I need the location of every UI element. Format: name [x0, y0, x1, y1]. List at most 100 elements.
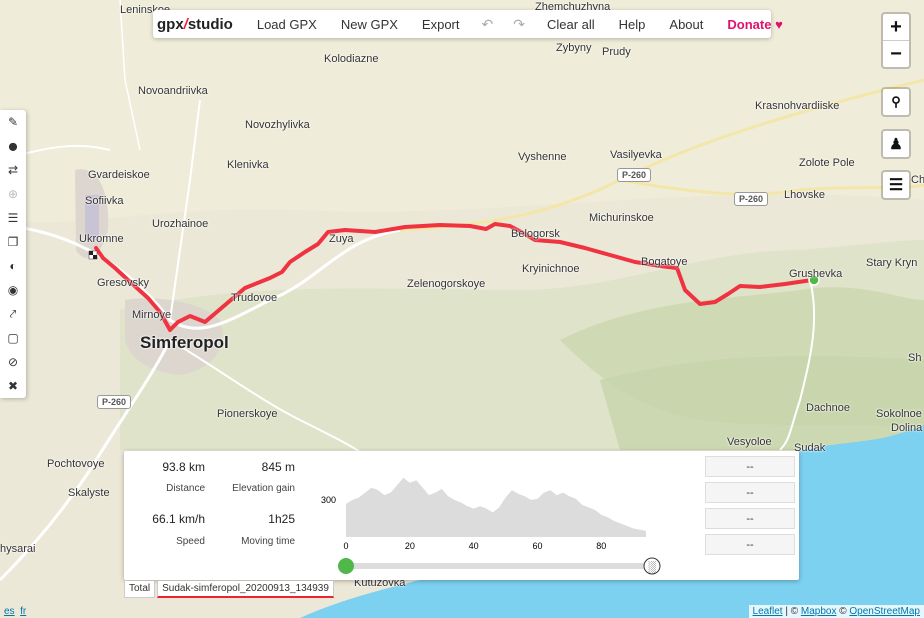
leaflet-link[interactable]: Leaflet	[753, 606, 783, 617]
lang-es-link[interactable]: es	[4, 606, 15, 617]
zoom-out-button[interactable]: −	[883, 41, 909, 67]
track-tabs: Total Sudak-simferopol_20200913_134939	[124, 581, 336, 598]
elevation-label: Elevation gain	[232, 483, 295, 494]
place-label: Klenivka	[227, 159, 269, 171]
stats-panel: 93.8 km Distance 845 m Elevation gain 66…	[124, 451, 799, 580]
place-label: Bogatoye	[641, 256, 688, 268]
place-label: Sofiivka	[85, 195, 124, 207]
place-label: Novozhylivka	[245, 119, 310, 131]
undo-icon[interactable]: ↶	[472, 16, 504, 33]
road-shield: P-260	[617, 168, 652, 182]
left-toolbar: ✎ ⬤ ⇄ ⊕ ☰ ❐ ◐ ◉ ⤤ ▢ ⊘ ✖	[0, 110, 26, 398]
detail-value: --	[705, 456, 795, 477]
place-label: Sokolnoe	[876, 408, 922, 420]
layers-control: ☰	[881, 170, 911, 200]
place-label: Stary Kryn	[866, 257, 918, 269]
elevation-chart[interactable]: 300 0 20 40 60 80 ░	[314, 451, 674, 580]
reverse-icon[interactable]: ⇄	[0, 158, 26, 182]
road-shield: P-260	[97, 395, 132, 409]
place-label: Vesyoloe	[727, 436, 772, 448]
marker-icon[interactable]: ◉	[0, 278, 26, 302]
pencil-icon[interactable]: ✎	[0, 110, 26, 134]
search-icon[interactable]: ⚲	[883, 89, 909, 115]
map-attribution: Leaflet | © Mapbox © OpenStreetMap	[748, 605, 924, 618]
hide-icon[interactable]: ⊘	[0, 350, 26, 374]
add-circle-icon[interactable]: ⊕	[0, 182, 26, 206]
bottle-icon[interactable]: ⬤	[0, 134, 26, 158]
locate-icon[interactable]: ♟	[883, 131, 909, 157]
x-tick-label: 60	[532, 541, 542, 551]
list-icon[interactable]: ☰	[0, 206, 26, 230]
place-label: Skalyste	[68, 487, 110, 499]
speed-value: 66.1 km/h	[152, 512, 205, 526]
moving-time-value: 1h25	[268, 512, 295, 526]
place-label: Dolina	[891, 422, 923, 434]
tab-total[interactable]: Total	[124, 581, 156, 598]
place-label: Simferopol	[140, 333, 229, 352]
place-label: Zybyny	[556, 42, 592, 54]
top-menu-bar: gpx/studio Load GPX New GPX Export ↶ ↷ C…	[153, 10, 783, 38]
detail-value: --	[705, 534, 795, 555]
place-label: Vyshenne	[518, 151, 567, 163]
tab-track[interactable]: Sudak-simferopol_20200913_134939	[157, 581, 334, 598]
place-label: Kolodiazne	[324, 53, 379, 65]
place-label: Ch	[911, 174, 924, 186]
place-label: Grushevka	[789, 268, 843, 280]
place-label: Zelenogorskoye	[407, 278, 486, 290]
new-gpx-button[interactable]: New GPX	[329, 17, 410, 32]
heart-icon: ♥	[775, 16, 783, 32]
copy-icon[interactable]: ❐	[0, 230, 26, 254]
place-label: Ukromne	[79, 233, 124, 245]
place-label: Gvardeiskoe	[88, 169, 150, 181]
finish-flag-icon: ░	[648, 560, 656, 573]
place-label: Krasnohvardiiske	[755, 100, 840, 112]
place-label: Dachnoe	[806, 402, 851, 414]
place-label: Pionerskoye	[217, 408, 278, 420]
detail-value: --	[705, 482, 795, 503]
place-label: Gresovsky	[97, 277, 149, 289]
place-label: Novoandriivka	[138, 85, 208, 97]
reduce-icon[interactable]: ⤤	[0, 302, 26, 326]
road-shield: P-260	[734, 192, 769, 206]
place-label: Trudovoe	[231, 292, 278, 304]
load-gpx-button[interactable]: Load GPX	[245, 17, 329, 32]
place-label: hysarai	[0, 543, 36, 555]
place-label: Prudy	[602, 46, 631, 58]
crop-icon[interactable]: ▢	[0, 326, 26, 350]
place-label: Zuya	[329, 233, 354, 245]
place-label: Urozhainoe	[152, 218, 209, 230]
place-label: Pochtovoye	[47, 458, 105, 470]
elevation-value: 845 m	[261, 460, 295, 474]
mapbox-link[interactable]: Mapbox	[801, 606, 837, 617]
speed-label: Speed	[176, 536, 205, 547]
zoom-in-button[interactable]: +	[883, 14, 909, 41]
app-logo[interactable]: gpx/studio	[157, 16, 233, 33]
redo-icon[interactable]: ↷	[503, 16, 535, 33]
x-tick-label: 80	[596, 541, 606, 551]
x-tick-label: 40	[469, 541, 479, 551]
export-button[interactable]: Export	[410, 17, 472, 32]
palette-icon[interactable]: ◐	[0, 254, 26, 278]
clear-all-button[interactable]: Clear all	[535, 17, 607, 32]
slider-start-handle[interactable]	[338, 558, 354, 574]
x-tick-label: 0	[343, 541, 348, 551]
distance-value: 93.8 km	[162, 460, 205, 474]
range-slider-track[interactable]	[346, 563, 646, 569]
x-tick-label: 20	[405, 541, 415, 551]
about-button[interactable]: About	[657, 17, 715, 32]
place-label: Mirnoye	[132, 309, 172, 321]
osm-link[interactable]: OpenStreetMap	[849, 606, 920, 617]
trash-icon[interactable]: ✖	[0, 374, 26, 398]
donate-button[interactable]: Donate ♥	[715, 17, 794, 32]
locate-control: ♟	[881, 129, 911, 159]
place-label: Zolote Pole	[799, 157, 855, 169]
place-label: Belogorsk	[511, 228, 560, 240]
help-button[interactable]: Help	[607, 17, 658, 32]
place-label: Michurinskoe	[589, 212, 654, 224]
place-label: Kryinichnoe	[522, 263, 580, 275]
zoom-control: + −	[881, 12, 911, 69]
moving-time-label: Moving time	[241, 536, 295, 547]
layers-icon[interactable]: ☰	[883, 172, 909, 198]
lang-fr-link[interactable]: fr	[20, 606, 26, 617]
search-control: ⚲	[881, 87, 911, 117]
